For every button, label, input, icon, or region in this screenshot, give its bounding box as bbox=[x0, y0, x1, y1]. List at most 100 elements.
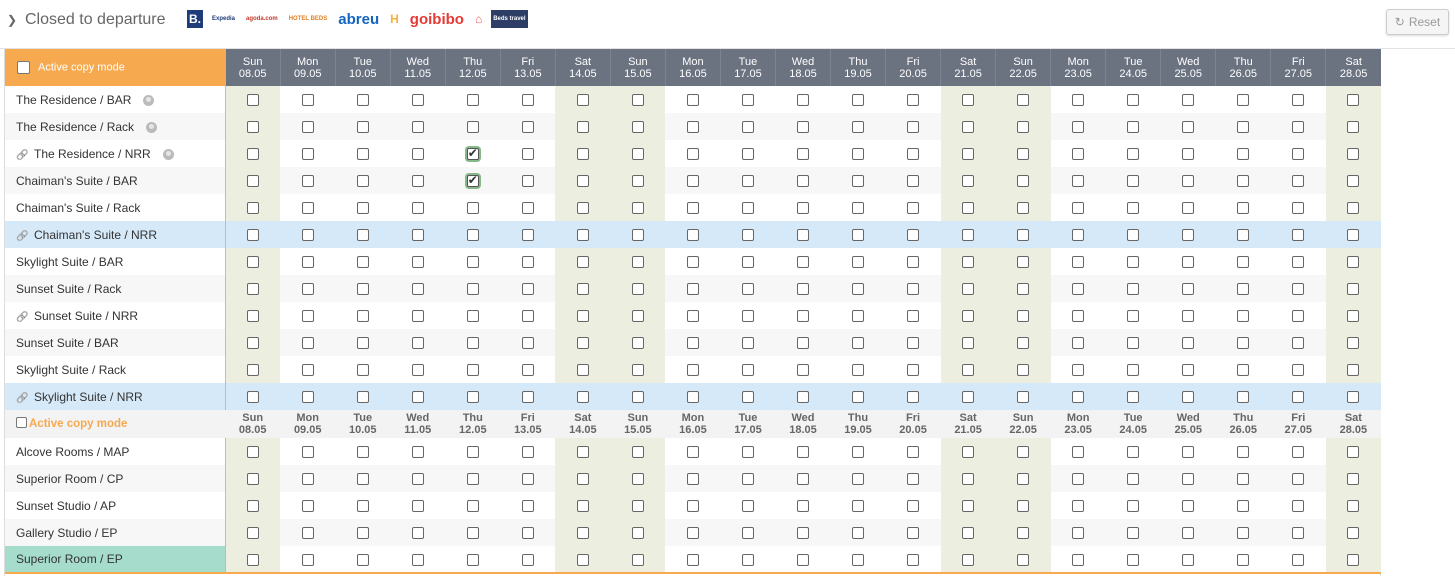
cta-checkbox[interactable] bbox=[411, 391, 424, 404]
cta-checkbox[interactable] bbox=[356, 148, 369, 161]
cta-checkbox[interactable] bbox=[796, 310, 809, 323]
cta-checkbox[interactable] bbox=[686, 473, 699, 486]
cta-checkbox[interactable] bbox=[411, 310, 424, 323]
cta-checkbox[interactable] bbox=[301, 175, 314, 188]
cta-checkbox[interactable] bbox=[301, 553, 314, 566]
cta-checkbox[interactable] bbox=[907, 148, 920, 161]
cta-checkbox[interactable] bbox=[686, 283, 699, 296]
cta-checkbox[interactable] bbox=[962, 310, 975, 323]
cta-checkbox[interactable] bbox=[796, 283, 809, 296]
cta-checkbox[interactable] bbox=[246, 553, 259, 566]
cta-checkbox[interactable] bbox=[631, 553, 644, 566]
cta-checkbox[interactable] bbox=[1237, 391, 1250, 404]
cta-checkbox[interactable] bbox=[962, 121, 975, 134]
cta-checkbox[interactable] bbox=[521, 229, 534, 242]
cta-checkbox[interactable] bbox=[631, 148, 644, 161]
cta-checkbox[interactable] bbox=[1182, 310, 1195, 323]
cta-checkbox[interactable] bbox=[741, 500, 754, 513]
cta-checkbox[interactable] bbox=[1127, 500, 1140, 513]
cta-checkbox[interactable] bbox=[1072, 446, 1085, 459]
cta-checkbox[interactable] bbox=[1182, 500, 1195, 513]
cta-checkbox[interactable] bbox=[1237, 121, 1250, 134]
cta-checkbox[interactable] bbox=[962, 148, 975, 161]
cta-checkbox[interactable] bbox=[962, 364, 975, 377]
cta-checkbox[interactable] bbox=[301, 473, 314, 486]
cta-checkbox[interactable] bbox=[1182, 256, 1195, 269]
cta-checkbox[interactable] bbox=[521, 148, 534, 161]
cta-checkbox[interactable] bbox=[852, 337, 865, 350]
cta-checkbox[interactable] bbox=[356, 446, 369, 459]
cta-checkbox[interactable] bbox=[576, 473, 589, 486]
cta-checkbox[interactable] bbox=[1182, 202, 1195, 215]
cta-checkbox[interactable] bbox=[356, 283, 369, 296]
cta-checkbox[interactable] bbox=[246, 256, 259, 269]
cta-checkbox[interactable] bbox=[1292, 446, 1305, 459]
cta-checkbox[interactable] bbox=[962, 391, 975, 404]
section-toggle[interactable]: ❯ Closed to departure bbox=[7, 11, 166, 29]
cta-checkbox[interactable] bbox=[962, 500, 975, 513]
cta-checkbox[interactable] bbox=[852, 256, 865, 269]
cta-checkbox[interactable] bbox=[521, 202, 534, 215]
cta-checkbox[interactable] bbox=[1127, 283, 1140, 296]
cta-checkbox[interactable] bbox=[521, 337, 534, 350]
cta-checkbox[interactable] bbox=[1017, 256, 1030, 269]
cta-checkbox[interactable] bbox=[852, 391, 865, 404]
cta-checkbox[interactable] bbox=[246, 527, 259, 540]
cta-checkbox[interactable] bbox=[1292, 283, 1305, 296]
cta-checkbox[interactable] bbox=[1127, 121, 1140, 134]
cta-checkbox[interactable] bbox=[466, 391, 479, 404]
cta-checkbox[interactable] bbox=[301, 500, 314, 513]
cta-checkbox[interactable] bbox=[466, 283, 479, 296]
cta-checkbox[interactable] bbox=[1072, 364, 1085, 377]
cta-checkbox[interactable] bbox=[466, 229, 479, 242]
cta-checkbox[interactable] bbox=[1182, 337, 1195, 350]
cta-checkbox[interactable] bbox=[576, 553, 589, 566]
cta-checkbox[interactable] bbox=[521, 500, 534, 513]
cta-checkbox[interactable] bbox=[1347, 391, 1360, 404]
cta-checkbox[interactable] bbox=[521, 527, 534, 540]
cta-checkbox[interactable] bbox=[686, 446, 699, 459]
cta-checkbox[interactable] bbox=[1072, 500, 1085, 513]
cta-checkbox[interactable] bbox=[796, 391, 809, 404]
cta-checkbox[interactable] bbox=[1182, 391, 1195, 404]
cta-checkbox[interactable] bbox=[907, 229, 920, 242]
cta-checkbox[interactable] bbox=[631, 283, 644, 296]
cta-checkbox[interactable] bbox=[1017, 283, 1030, 296]
cta-checkbox[interactable] bbox=[1017, 500, 1030, 513]
cta-checkbox[interactable] bbox=[907, 337, 920, 350]
cta-checkbox[interactable] bbox=[1072, 553, 1085, 566]
cta-checkbox[interactable] bbox=[1182, 553, 1195, 566]
cta-checkbox[interactable] bbox=[852, 473, 865, 486]
cta-checkbox[interactable] bbox=[301, 310, 314, 323]
cta-checkbox[interactable] bbox=[1127, 446, 1140, 459]
cta-checkbox[interactable] bbox=[1237, 310, 1250, 323]
cta-checkbox[interactable] bbox=[301, 446, 314, 459]
cta-checkbox[interactable] bbox=[521, 553, 534, 566]
cta-checkbox[interactable] bbox=[741, 364, 754, 377]
cta-checkbox[interactable] bbox=[631, 364, 644, 377]
cta-checkbox[interactable] bbox=[1127, 310, 1140, 323]
cta-checkbox[interactable] bbox=[962, 553, 975, 566]
cta-checkbox[interactable] bbox=[1127, 202, 1140, 215]
cta-checkbox[interactable] bbox=[1292, 202, 1305, 215]
cta-checkbox[interactable] bbox=[576, 391, 589, 404]
cta-checkbox[interactable] bbox=[1072, 202, 1085, 215]
cta-checkbox[interactable] bbox=[1237, 500, 1250, 513]
cta-checkbox[interactable] bbox=[1017, 446, 1030, 459]
cta-checkbox[interactable] bbox=[411, 446, 424, 459]
cta-checkbox[interactable] bbox=[907, 283, 920, 296]
cta-checkbox[interactable] bbox=[1017, 473, 1030, 486]
cta-checkbox[interactable] bbox=[686, 364, 699, 377]
cta-checkbox[interactable] bbox=[466, 146, 479, 161]
cta-checkbox[interactable] bbox=[246, 364, 259, 377]
cta-checkbox[interactable] bbox=[1292, 553, 1305, 566]
cta-checkbox[interactable] bbox=[301, 391, 314, 404]
cta-checkbox[interactable] bbox=[1237, 175, 1250, 188]
cta-checkbox[interactable] bbox=[962, 446, 975, 459]
cta-checkbox[interactable] bbox=[1072, 256, 1085, 269]
cta-checkbox[interactable] bbox=[1182, 94, 1195, 107]
cta-checkbox[interactable] bbox=[852, 446, 865, 459]
cta-checkbox[interactable] bbox=[1237, 148, 1250, 161]
cta-checkbox[interactable] bbox=[796, 256, 809, 269]
cta-checkbox[interactable] bbox=[411, 364, 424, 377]
